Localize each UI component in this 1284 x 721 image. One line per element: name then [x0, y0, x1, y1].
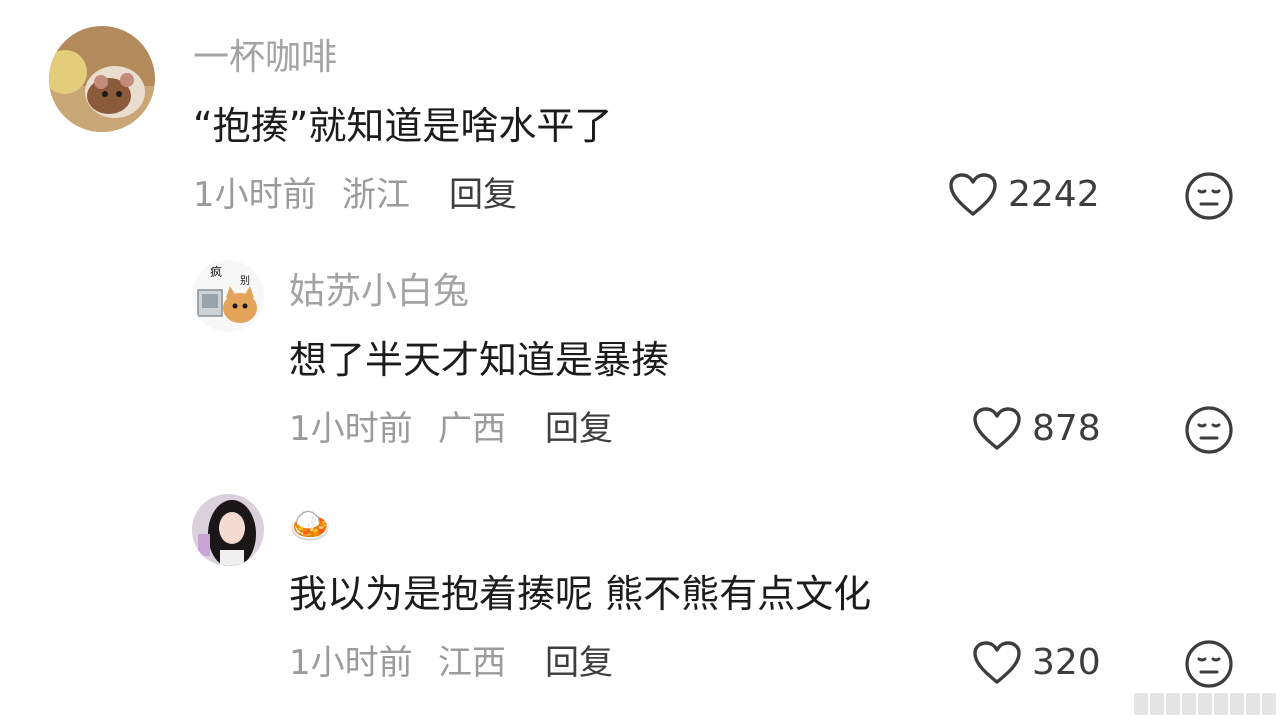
heart-outline-icon [949, 173, 997, 216]
comment-time: 1小时前 [289, 643, 413, 683]
comment-location: 浙江 [342, 175, 410, 215]
username[interactable]: 🍛 [289, 506, 331, 546]
comment-time: 1小时前 [289, 409, 413, 449]
meh-face-icon [1185, 406, 1233, 454]
like-button[interactable]: 2242 [948, 172, 1100, 218]
like-button[interactable]: 320 [972, 640, 1101, 686]
comment-text: 想了半天才知道是暴揍 [289, 338, 670, 382]
reply-button[interactable]: 回复 [545, 643, 613, 683]
like-button[interactable]: 878 [972, 406, 1101, 452]
avatar[interactable] [192, 494, 264, 566]
reply-item: 🍛 我以为是抱着揍呢 熊不熊有点文化 1小时前 江西 回复 320 [0, 480, 1284, 721]
meh-face-icon [1185, 172, 1233, 220]
comment-time: 1小时前 [193, 175, 317, 215]
avatar[interactable] [49, 26, 155, 132]
comment-location: 广西 [438, 409, 506, 449]
reply-button[interactable]: 回复 [449, 175, 517, 215]
comment-list: 一杯咖啡 “抱揍”就知道是啥水平了 1小时前 浙江 回复 2242 疯 别 姑苏… [0, 0, 1284, 721]
heart-outline-icon [973, 407, 1021, 450]
comment-text: “抱揍”就知道是啥水平了 [193, 104, 613, 148]
avatar-sticker-text-2: 别 [240, 275, 250, 287]
like-count: 878 [1032, 408, 1101, 449]
avatar-sticker-text-1: 疯 [210, 264, 222, 279]
watermark [1134, 693, 1276, 715]
like-count: 320 [1032, 642, 1101, 683]
reply-item: 疯 别 姑苏小白兔 想了半天才知道是暴揍 1小时前 广西 回复 878 [0, 240, 1284, 480]
girl-avatar-image [192, 494, 264, 566]
like-count: 2242 [1008, 174, 1100, 215]
comment-item: 一杯咖啡 “抱揍”就知道是啥水平了 1小时前 浙江 回复 2242 [0, 0, 1284, 240]
heart-outline-icon [973, 641, 1021, 684]
dislike-button[interactable] [1184, 405, 1234, 459]
meh-face-icon [1185, 640, 1233, 688]
avatar[interactable]: 疯 别 [192, 260, 264, 332]
reply-button[interactable]: 回复 [545, 409, 613, 449]
cat-computer-avatar-image: 疯 别 [192, 260, 264, 332]
dislike-button[interactable] [1184, 639, 1234, 693]
comment-text: 我以为是抱着揍呢 熊不熊有点文化 [289, 572, 872, 616]
dislike-button[interactable] [1184, 171, 1234, 225]
hamster-avatar-image [49, 26, 155, 132]
comment-location: 江西 [438, 643, 506, 683]
username[interactable]: 一杯咖啡 [193, 38, 337, 78]
username[interactable]: 姑苏小白兔 [289, 272, 469, 312]
